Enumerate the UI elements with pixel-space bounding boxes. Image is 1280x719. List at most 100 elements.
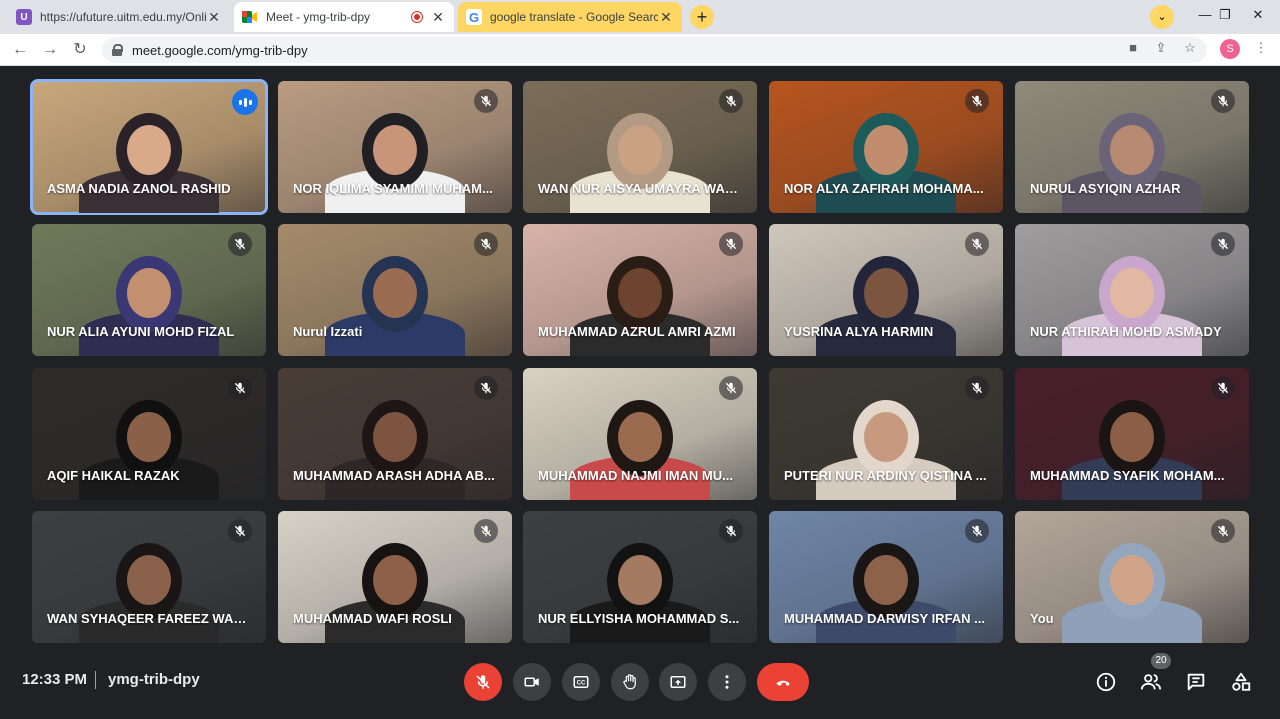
more-options-button[interactable] <box>708 663 746 701</box>
activities-icon <box>1232 672 1251 691</box>
microphone-off-icon <box>474 89 498 113</box>
participant-name: NOR IQLIMA SYAMIMI MUHAM... <box>293 181 493 196</box>
microphone-off-icon <box>719 89 743 113</box>
end-call-icon <box>776 680 790 686</box>
tab-google-search[interactable]: G google translate - Google Search ✕ <box>458 2 682 32</box>
tab-ufuture[interactable]: U https://ufuture.uitm.edu.my/Online ✕ <box>8 2 230 32</box>
participant-tile[interactable]: You <box>1015 511 1249 643</box>
closed-captions-icon: CC <box>573 676 589 688</box>
participant-name: WAN NUR AISYA UMAYRA WAN... <box>538 181 743 196</box>
participant-name: WAN SYHAQEER FAREEZ WAN ... <box>47 611 252 626</box>
participant-tile[interactable]: MUHAMMAD DARWISY IRFAN ... <box>769 511 1003 643</box>
microphone-off-icon <box>228 376 252 400</box>
hand-icon <box>623 674 636 690</box>
participant-name: MUHAMMAD ARASH ADHA AB... <box>293 468 495 483</box>
ufuture-icon: U <box>16 9 32 25</box>
microphone-off-icon <box>965 232 989 256</box>
participant-tile[interactable]: WAN SYHAQEER FAREEZ WAN ... <box>32 511 266 643</box>
participant-name: YUSRINA ALYA HARMIN <box>784 324 934 339</box>
close-window-icon[interactable]: ✕ <box>1240 0 1276 30</box>
bookmark-star-icon[interactable]: ☆ <box>1181 39 1199 57</box>
camera-toggle-button[interactable] <box>513 663 551 701</box>
participant-tile[interactable]: PUTERI NUR ARDINY QISTINA ... <box>769 368 1003 500</box>
divider <box>95 671 96 689</box>
microphone-off-icon <box>1211 89 1235 113</box>
microphone-off-icon <box>228 232 252 256</box>
tab-strip: U https://ufuture.uitm.edu.my/Online ✕ M… <box>0 0 1280 34</box>
captions-button[interactable]: CC <box>562 663 600 701</box>
participant-tile[interactable]: MUHAMMAD SYAFIK MOHAM... <box>1015 368 1249 500</box>
close-tab-icon[interactable]: ✕ <box>658 9 674 26</box>
meet-icon <box>242 9 258 25</box>
participant-tile[interactable]: MUHAMMAD AZRUL AMRI AZMI <box>523 224 757 356</box>
profile-avatar[interactable]: S <box>1220 39 1240 59</box>
restore-icon[interactable]: ❐ <box>1207 0 1243 30</box>
participant-tile[interactable]: MUHAMMAD NAJMI IMAN MU... <box>523 368 757 500</box>
camera-icon[interactable]: ■ <box>1124 39 1142 57</box>
participant-tile[interactable]: YUSRINA ALYA HARMIN <box>769 224 1003 356</box>
microphone-off-icon <box>228 519 252 543</box>
microphone-off-icon <box>474 232 498 256</box>
microphone-off-icon <box>474 376 498 400</box>
microphone-off-icon <box>474 519 498 543</box>
meeting-control-bar: 12:33 PM ymg-trib-dpy CC 20 <box>0 653 1280 719</box>
participant-tile[interactable]: NUR ATHIRAH MOHD ASMADY <box>1015 224 1249 356</box>
microphone-off-icon <box>965 519 989 543</box>
google-icon: G <box>466 9 482 25</box>
video-camera-icon <box>524 677 539 687</box>
forward-arrow-icon[interactable]: → <box>38 38 62 62</box>
tab-meet[interactable]: Meet - ymg-trib-dpy ✕ <box>234 2 454 32</box>
chat-button[interactable] <box>1181 667 1211 697</box>
leave-call-button[interactable] <box>757 663 809 701</box>
participant-name: MUHAMMAD WAFI ROSLI <box>293 611 452 626</box>
participant-tile[interactable]: NUR ALIA AYUNI MOHD FIZAL <box>32 224 266 356</box>
tab-title: Meet - ymg-trib-dpy <box>266 10 371 24</box>
show-everyone-button[interactable] <box>1136 667 1166 697</box>
participant-name: NUR ELLYISHA MOHAMMAD S... <box>538 611 740 626</box>
participant-tile[interactable]: MUHAMMAD WAFI ROSLI <box>278 511 512 643</box>
back-arrow-icon[interactable]: ← <box>8 38 32 62</box>
participant-name: MUHAMMAD AZRUL AMRI AZMI <box>538 324 736 339</box>
participant-name: Nurul Izzati <box>293 324 363 339</box>
menu-dots-icon[interactable]: ⋮ <box>1252 39 1270 57</box>
participant-name: ASMA NADIA ZANOL RASHID <box>47 181 231 196</box>
participant-name: PUTERI NUR ARDINY QISTINA ... <box>784 468 987 483</box>
participant-tile[interactable]: NUR ELLYISHA MOHAMMAD S... <box>523 511 757 643</box>
microphone-off-icon <box>719 519 743 543</box>
people-icon <box>1140 674 1162 690</box>
microphone-off-icon <box>1211 519 1235 543</box>
present-screen-icon <box>670 676 686 688</box>
lock-icon <box>112 44 123 56</box>
address-bar[interactable]: meet.google.com/ymg-trib-dpy <box>102 37 1207 63</box>
microphone-off-icon <box>965 89 989 113</box>
close-tab-icon[interactable]: ✕ <box>430 9 446 26</box>
present-screen-button[interactable] <box>659 663 697 701</box>
participant-tile[interactable]: NURUL ASYIQIN AZHAR <box>1015 81 1249 213</box>
participant-tile[interactable]: MUHAMMAD ARASH ADHA AB... <box>278 368 512 500</box>
close-tab-icon[interactable]: ✕ <box>206 9 222 26</box>
raise-hand-button[interactable] <box>611 663 649 701</box>
microphone-off-icon <box>965 376 989 400</box>
participant-name: NOR ALYA ZAFIRAH MOHAMA... <box>784 181 984 196</box>
tab-title: google translate - Google Search <box>490 10 658 24</box>
microphone-off-icon <box>476 675 490 689</box>
participant-tile[interactable]: Nurul Izzati <box>278 224 512 356</box>
participant-name: NURUL ASYIQIN AZHAR <box>1030 181 1181 196</box>
participant-tile[interactable]: NOR ALYA ZAFIRAH MOHAMA... <box>769 81 1003 213</box>
reload-icon[interactable]: ↻ <box>68 38 92 62</box>
share-icon[interactable]: ⇪ <box>1152 39 1170 57</box>
microphone-off-button[interactable] <box>464 663 502 701</box>
new-tab-button[interactable]: + <box>690 5 714 29</box>
participant-tile[interactable]: WAN NUR AISYA UMAYRA WAN... <box>523 81 757 213</box>
meeting-details-button[interactable] <box>1091 667 1121 697</box>
more-vert-icon <box>725 675 729 689</box>
meeting-time: 12:33 PM <box>22 671 88 688</box>
activities-button[interactable] <box>1226 667 1256 697</box>
info-icon <box>1096 672 1116 692</box>
recording-icon <box>412 12 422 22</box>
participant-tile[interactable]: AQIF HAIKAL RAZAK <box>32 368 266 500</box>
participant-tile[interactable]: NOR IQLIMA SYAMIMI MUHAM... <box>278 81 512 213</box>
participant-tile[interactable]: ASMA NADIA ZANOL RASHID <box>30 79 268 215</box>
speaking-indicator-icon <box>232 89 258 115</box>
chevron-down-icon[interactable]: ⌄ <box>1150 5 1174 29</box>
